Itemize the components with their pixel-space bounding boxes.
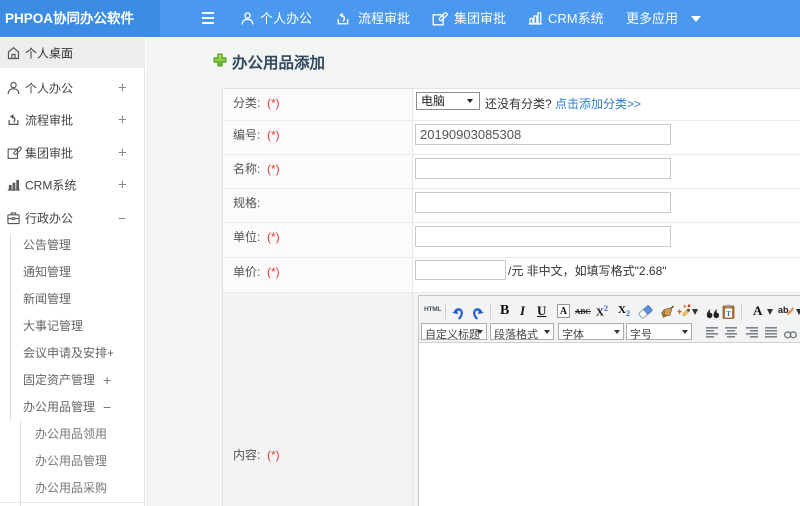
svg-text:T: T [726,309,731,318]
